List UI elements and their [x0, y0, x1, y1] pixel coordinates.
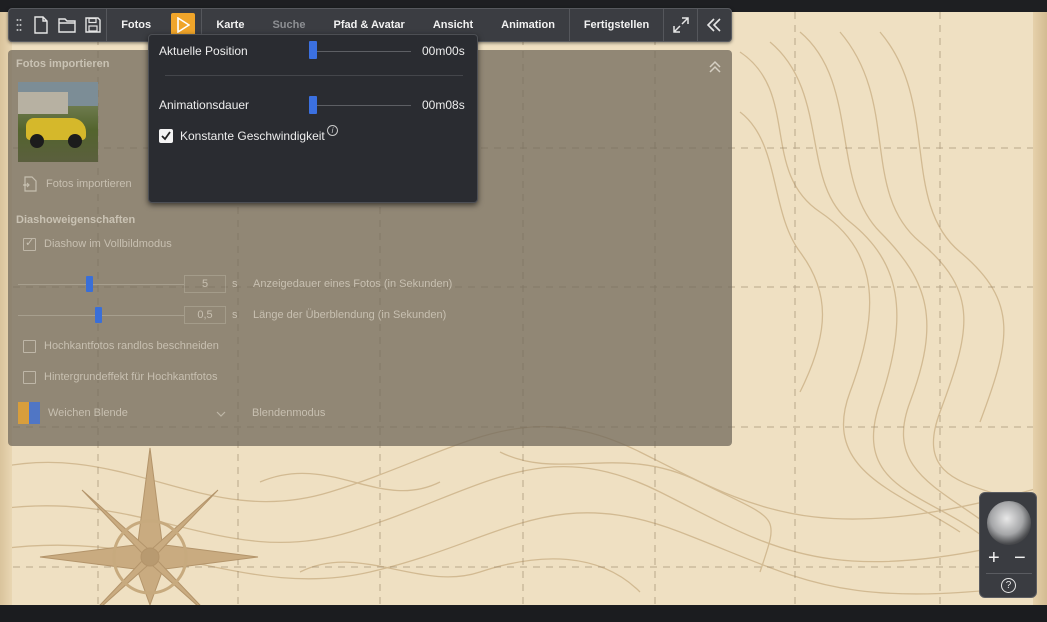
checkmark-icon — [161, 131, 171, 141]
crossfade-input[interactable]: 0,5 — [184, 306, 226, 324]
current-position-track — [313, 51, 411, 52]
slideshow-heading: Diashoweigenschaften — [16, 214, 136, 226]
play-icon — [177, 17, 191, 33]
save-icon[interactable] — [80, 9, 106, 41]
display-duration-slider[interactable] — [86, 276, 93, 292]
new-file-icon[interactable] — [28, 9, 54, 41]
constant-speed-checkbox[interactable] — [159, 129, 173, 143]
crossfade-slider[interactable] — [95, 307, 102, 323]
import-photos-icon[interactable] — [22, 176, 38, 197]
info-icon[interactable]: i — [327, 125, 338, 136]
crop-portrait-label: Hochkantfotos randlos beschneiden — [44, 340, 219, 352]
import-heading: Fotos importieren — [16, 58, 110, 70]
current-position-label: Aktuelle Position — [159, 44, 248, 58]
crossfade-label: Länge der Überblendung (in Sekunden) — [253, 309, 447, 321]
collapse-toolbar-icon[interactable] — [698, 9, 731, 41]
background-effect-checkbox[interactable] — [23, 371, 36, 384]
open-folder-icon[interactable] — [54, 9, 80, 41]
constant-speed-label: Konstante Geschwindigkeit — [180, 129, 325, 143]
background-effect-label: Hintergrundeffekt für Hochkantfotos — [44, 371, 218, 383]
import-photos-button[interactable]: Fotos importieren — [46, 178, 132, 190]
current-position-slider[interactable] — [309, 41, 317, 59]
status-bar — [0, 605, 1047, 622]
display-duration-unit: s — [232, 278, 238, 290]
blend-mode-label: Blendenmodus — [252, 407, 326, 419]
tab-animation[interactable]: Animation — [487, 9, 569, 41]
blend-mode-value: Weichen Blende — [48, 407, 128, 419]
zoom-in-button[interactable]: + — [988, 548, 1000, 568]
collapse-panel-icon[interactable] — [708, 60, 722, 79]
photo-thumbnail[interactable] — [18, 82, 98, 162]
help-button[interactable]: ? — [1001, 578, 1016, 593]
blend-mode-dropdown[interactable]: Weichen Blende — [18, 402, 226, 424]
crop-portrait-checkbox[interactable] — [23, 340, 36, 353]
display-duration-input[interactable]: 5 — [184, 275, 226, 293]
zoom-out-button[interactable]: − — [1014, 548, 1026, 568]
zoom-control: + − ? — [979, 492, 1037, 598]
fullscreen-checkbox[interactable] — [23, 236, 36, 251]
fullscreen-icon[interactable] — [664, 9, 697, 41]
display-duration-track — [18, 284, 184, 285]
duration-track — [313, 105, 411, 106]
navigation-dial[interactable] — [987, 501, 1031, 545]
crossfade-unit: s — [232, 309, 238, 321]
current-position-value: 00m00s — [422, 44, 465, 58]
display-duration-label: Anzeigedauer eines Fotos (in Sekunden) — [253, 278, 453, 290]
animation-popover: Aktuelle Position 00m00s Animationsdauer… — [148, 34, 478, 203]
duration-value: 00m08s — [422, 98, 465, 112]
compass-rose — [39, 447, 259, 605]
drag-handle-icon[interactable] — [9, 9, 28, 41]
duration-slider[interactable] — [309, 96, 317, 114]
duration-label: Animationsdauer — [159, 98, 250, 112]
chevron-down-icon — [216, 406, 226, 424]
tab-finish[interactable]: Fertigstellen — [570, 9, 663, 41]
blend-mode-swatch — [18, 402, 40, 424]
fullscreen-label: Diashow im Vollbildmodus — [44, 238, 172, 250]
